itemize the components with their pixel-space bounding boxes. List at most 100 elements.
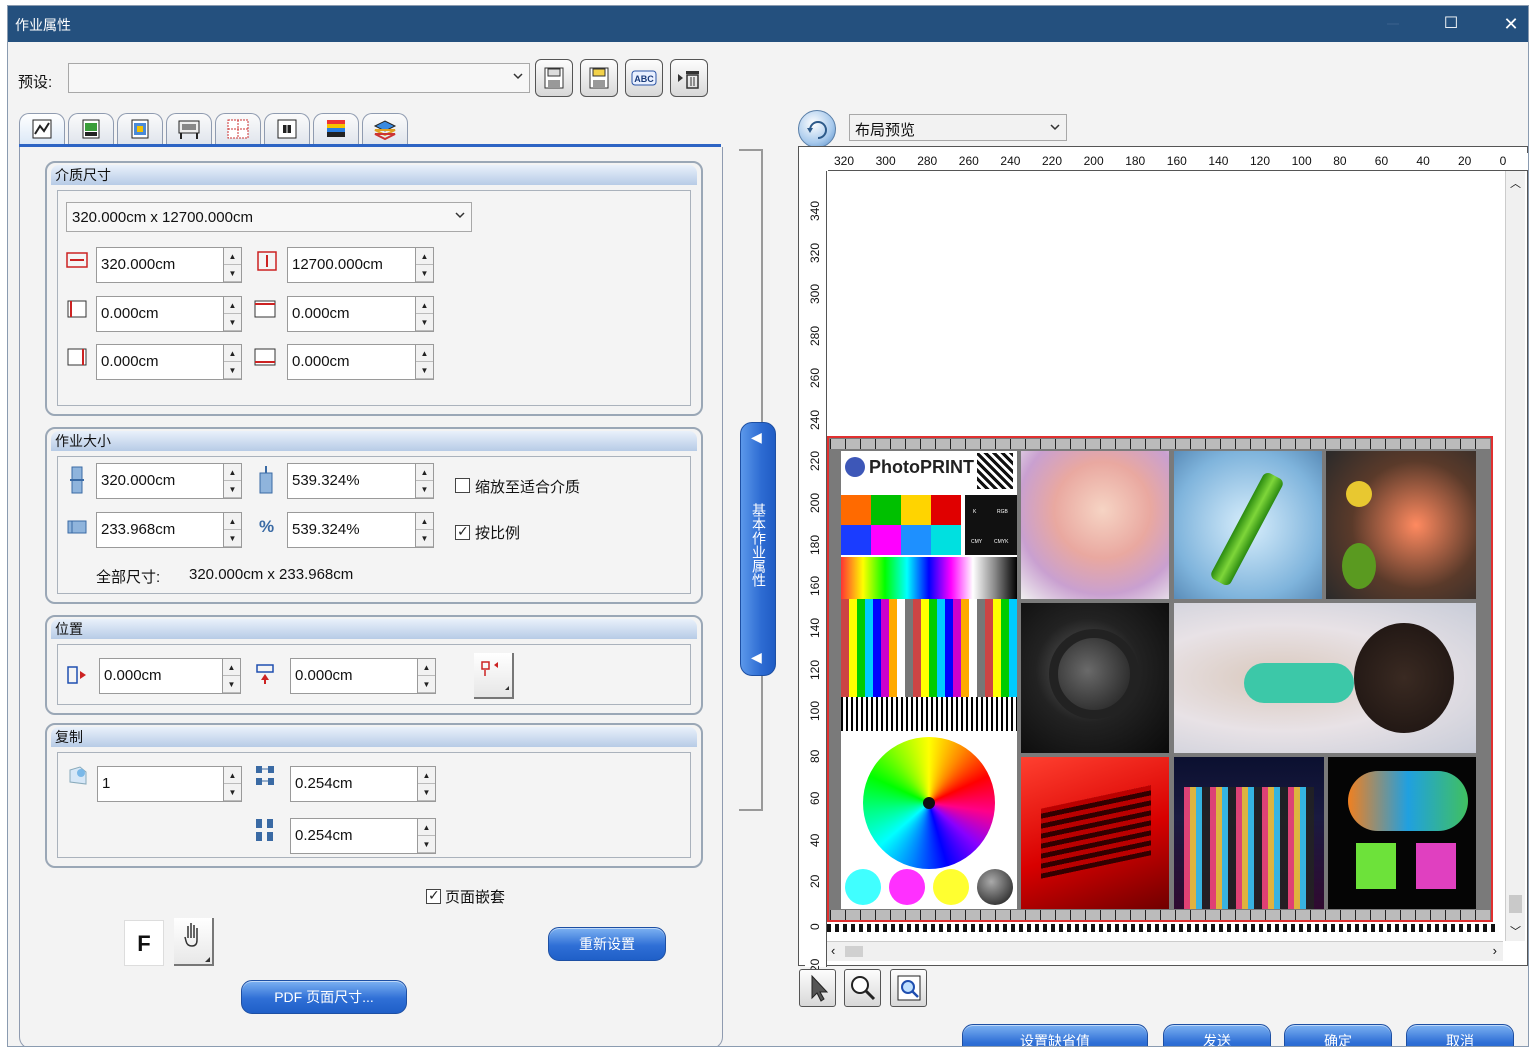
basic-job-properties-panel-toggle[interactable]: ◀ 基本作业属性 ◀ (740, 422, 776, 676)
horizontal-ruler: 320 300 280 260 240 220 200 180 160 140 120 100 80 60… (828, 153, 1528, 171)
preview-mode-combo[interactable]: 布局预览 (849, 114, 1067, 141)
refresh-preview-button[interactable] (798, 110, 836, 148)
job-width-pct-input[interactable]: 539.324% ▲ ▼ (287, 463, 434, 499)
vertical-scroll-thumb[interactable] (1509, 895, 1522, 913)
horizontal-gap-spinner[interactable]: ▲ ▼ (417, 767, 435, 801)
tab-layers[interactable] (362, 113, 408, 145)
job-height-spinner[interactable]: ▲ ▼ (223, 513, 241, 547)
font-button[interactable]: F (124, 920, 164, 966)
ruler-v-label: 340 (808, 200, 822, 221)
ruler-v-label: 300 (808, 284, 822, 305)
tab-color[interactable] (117, 113, 163, 145)
job-height-pct-input[interactable]: 539.324% ▲ ▼ (287, 512, 434, 548)
horizontal-gap-input[interactable]: 0.254cm ▲ ▼ (290, 766, 436, 802)
width-icon (66, 252, 88, 268)
media-size-header: 介质尺寸 (51, 165, 697, 185)
save-icon (544, 67, 564, 89)
tab-layout[interactable] (19, 113, 65, 145)
margin-bottom-input[interactable]: 0.000cm ▲ ▼ (287, 344, 434, 380)
position-x-input[interactable]: 0.000cm ▲ ▼ (99, 658, 241, 694)
preset-save-as-button[interactable] (580, 59, 618, 97)
window-title: 作业属性 (15, 17, 71, 33)
media-width-input[interactable]: 320.000cm ▲ ▼ (96, 247, 242, 283)
vertical-gap-input[interactable]: 0.254cm ▲ ▼ (290, 818, 436, 854)
layout-icon (32, 119, 52, 139)
job-width-pct-spinner[interactable]: ▲ ▼ (415, 464, 433, 498)
maximize-button[interactable]: ☐ (1428, 6, 1474, 42)
preset-rename-button[interactable]: ABC (625, 59, 663, 97)
vertical-gap-spinner[interactable]: ▲ ▼ (417, 819, 435, 853)
margin-right-spinner[interactable]: ▲ ▼ (223, 345, 241, 379)
media-width-value: 320.000cm (101, 256, 176, 273)
anchor-position-button[interactable] (474, 653, 514, 699)
copies-header: 复制 (51, 727, 697, 747)
keep-ratio-checkbox[interactable] (455, 523, 470, 540)
photoprint-logo-icon (845, 457, 865, 477)
media-size-combo[interactable]: 320.000cm x 12700.000cm (66, 202, 472, 232)
position-x-icon (67, 666, 86, 684)
job-height-input[interactable]: 233.968cm ▲ ▼ (96, 512, 242, 548)
horizontal-scroll-thumb[interactable] (845, 946, 863, 957)
page-nesting-checkbox[interactable] (426, 887, 441, 904)
ruler-h-label: 140 (1208, 154, 1229, 168)
tab-tile[interactable] (215, 113, 261, 145)
margin-left-spinner[interactable]: ▲ ▼ (223, 297, 241, 331)
minimize-button[interactable] (1370, 6, 1416, 42)
copies-input[interactable]: 1 ▲ ▼ (97, 766, 242, 802)
position-y-spinner[interactable]: ▲ ▼ (417, 659, 435, 693)
layers-icon (373, 120, 397, 141)
margin-bottom-spinner[interactable]: ▲ ▼ (415, 345, 433, 379)
horizontal-scrollbar[interactable]: ‹ › (827, 941, 1503, 961)
job-height-pct-spinner[interactable]: ▲ ▼ (415, 513, 433, 547)
page-nesting-label: 页面嵌套 (445, 889, 506, 906)
preset-save-button[interactable] (535, 59, 573, 97)
margin-top-input[interactable]: 0.000cm ▲ ▼ (287, 296, 434, 332)
chameleon-photo (1328, 757, 1476, 909)
copies-spinner[interactable]: ▲ ▼ (223, 767, 241, 801)
hand-tool-button[interactable] (174, 918, 214, 966)
send-button[interactable]: 发送 (1163, 1024, 1271, 1046)
select-tool-button[interactable] (799, 969, 836, 1007)
job-width-input[interactable]: 320.000cm ▲ ▼ (96, 463, 242, 499)
ruler-v-label: 20 (808, 874, 822, 889)
job-width-spinner[interactable]: ▲ ▼ (223, 464, 241, 498)
reset-button[interactable]: 重新设置 (548, 927, 666, 961)
margin-left-input[interactable]: 0.000cm ▲ ▼ (96, 296, 242, 332)
position-y-input[interactable]: 0.000cm ▲ ▼ (290, 658, 436, 694)
ruler-h-label: 60 (1374, 154, 1389, 168)
pdf-page-size-button[interactable]: PDF 页面尺寸... (241, 980, 407, 1014)
hand-icon (184, 923, 210, 962)
margin-right-input[interactable]: 0.000cm ▲ ▼ (96, 344, 242, 380)
scroll-right-icon: › (1492, 943, 1497, 958)
ruler-h-label: 20 (1458, 154, 1472, 168)
margin-top-spinner[interactable]: ▲ ▼ (415, 297, 433, 331)
job-size-header: 作业大小 (51, 431, 697, 451)
ruler-h-label: 40 (1416, 154, 1430, 168)
refresh-icon (807, 121, 827, 139)
tab-color-bar[interactable] (313, 113, 359, 145)
zoom-tool-button[interactable] (844, 969, 881, 1007)
ruler-v-label: 120 (808, 659, 822, 680)
media-height-spinner[interactable]: ▲ ▼ (415, 248, 433, 282)
cancel-button[interactable]: 取消 (1406, 1024, 1514, 1046)
margin-top-value: 0.000cm (292, 305, 350, 322)
ruler-v-label: 80 (808, 749, 822, 764)
media-height-input[interactable]: 12700.000cm ▲ ▼ (287, 247, 434, 283)
vertical-scrollbar[interactable]: ︿ ﹀ (1505, 171, 1525, 941)
preset-delete-button[interactable] (670, 59, 708, 97)
percent-icon: % (259, 517, 274, 536)
position-x-spinner[interactable]: ▲ ▼ (222, 659, 240, 693)
preset-combo[interactable] (68, 63, 530, 93)
zoom-fit-icon (897, 975, 921, 1001)
fit-media-checkbox[interactable] (455, 478, 470, 493)
tab-media[interactable] (68, 113, 114, 145)
set-default-button[interactable]: 设置缺省值 (962, 1024, 1148, 1046)
ruler-h-label: 80 (1333, 154, 1347, 168)
close-button[interactable]: ✕ (1488, 6, 1528, 42)
media-width-spinner[interactable]: ▲ ▼ (223, 248, 241, 282)
zoom-fit-button[interactable] (890, 969, 927, 1007)
ok-button[interactable]: 确定 (1284, 1024, 1392, 1046)
tab-printer[interactable] (166, 113, 212, 145)
scroll-up-icon: ︿ (1510, 178, 1521, 190)
tab-position[interactable] (264, 113, 310, 145)
